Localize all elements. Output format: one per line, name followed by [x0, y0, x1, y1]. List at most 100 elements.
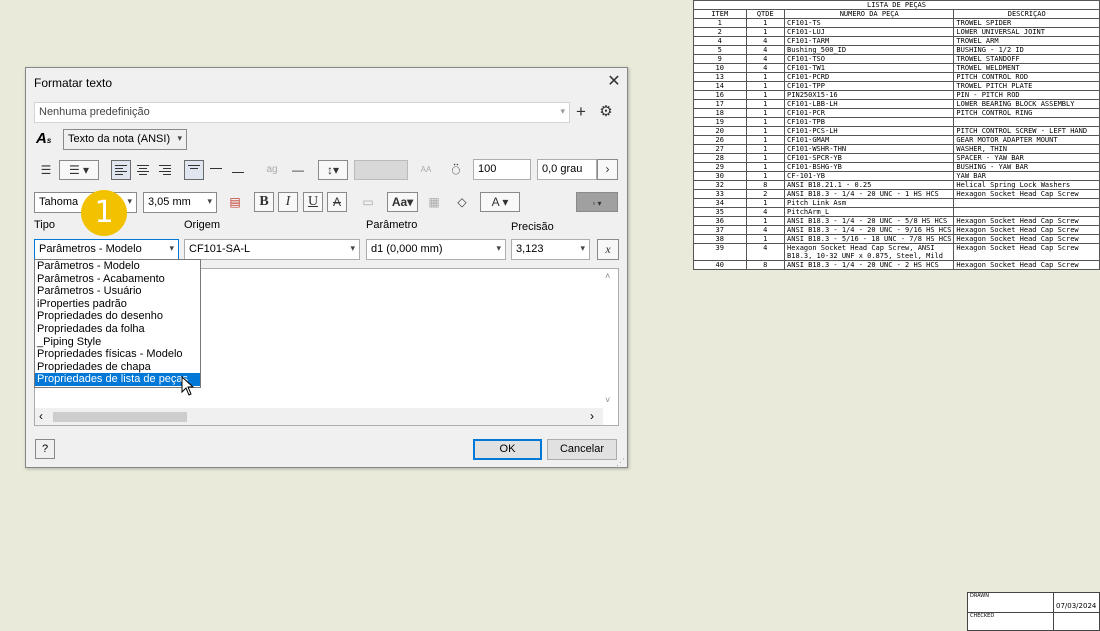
case-button[interactable]: Aa▾ [387, 192, 418, 212]
parts-list-title: LISTA DE PEÇAS [693, 0, 1100, 10]
line-spacing-button[interactable]: ↕▾ [318, 160, 348, 180]
tipo-option[interactable]: Propriedades de lista de peças [35, 373, 200, 386]
callout-number: 1 [94, 195, 114, 230]
cell-item: 14 [693, 81, 747, 91]
origem-dropdown[interactable]: CF101-SA-L ▾ [184, 239, 360, 260]
horizontal-scrollbar[interactable]: ‹ › [35, 408, 603, 425]
color-swatch-button[interactable]: ▫ ▾ [576, 192, 618, 212]
parts-list-row: 20 1 CF101-PCS-LH PITCH CONTROL SCREW - LEF… [693, 126, 1100, 136]
parts-list-row: 28 1 CF101-SPCR-YB SPACER - YAW BAR [693, 153, 1100, 163]
superscript-button[interactable]: ▭ [358, 192, 378, 212]
resize-grip-icon[interactable]: ⋰ [616, 457, 625, 468]
parametro-value: d1 (0,000 mm) [371, 243, 443, 255]
tipo-option[interactable]: Parâmetros - Usuário [35, 285, 200, 298]
numbered-list-icon: ☰ ▾ [68, 163, 90, 177]
cell-description: TROWEL WELDMENT [953, 63, 1100, 73]
stack-button[interactable]: ag [262, 160, 282, 180]
cell-description: Hexagon Socket Head Cap Screw [953, 234, 1100, 244]
text-color-button[interactable]: A ▾ [480, 192, 520, 212]
cancel-button[interactable]: Cancelar [547, 439, 617, 460]
close-button[interactable]: ✕ [604, 72, 624, 92]
parts-list-row: 37 4 ANSI B18.3 - 1/4 - 20 UNC - 9/16 HS H… [693, 225, 1100, 235]
rotation-step-button[interactable]: › [597, 159, 618, 180]
parts-list-row: 10 4 CF101-TW1 TROWEL WELDMENT [693, 63, 1100, 73]
symbol-button[interactable]: ▦ [424, 192, 444, 212]
font-size-dropdown[interactable]: 3,05 mm ▾ [143, 192, 217, 213]
precisao-dropdown[interactable]: 3,123 ▾ [511, 239, 590, 260]
cell-description: LOWER BEARING BLOCK ASSEMBLY [953, 99, 1100, 109]
tipo-option[interactable]: Propriedades do desenho [35, 310, 200, 323]
cell-description: Hexagon Socket Head Cap Screw [953, 225, 1100, 235]
parts-list-row: 38 1 ANSI B18.3 - 5/16 - 18 UNC - 7/8 HS H… [693, 234, 1100, 244]
cell-description [953, 198, 1100, 208]
tipo-option[interactable]: Propriedades da folha [35, 323, 200, 336]
align-center-button[interactable] [133, 160, 153, 180]
precisao-label: Precisão [511, 221, 554, 233]
underline-button[interactable]: U [303, 192, 323, 212]
parametro-dropdown[interactable]: d1 (0,000 mm) ▾ [366, 239, 506, 260]
font-size-value: 3,05 mm [148, 196, 191, 208]
strikethrough-button[interactable]: A [327, 192, 347, 212]
style-value: Texto da nota (ANSI) [68, 133, 171, 145]
checked-label: CHECKED [970, 613, 995, 619]
preset-settings-button[interactable]: ⚙ [596, 102, 616, 122]
preset-value: Nenhuma predefinição [39, 106, 150, 118]
bold-button[interactable]: B [254, 192, 274, 212]
chevron-right-icon: › [605, 162, 610, 176]
cell-item: 1 [693, 18, 747, 28]
width-scale-button[interactable]: AA [416, 160, 436, 180]
step-callout: 1 [81, 190, 127, 236]
rotation-input[interactable]: 0,0 grau [537, 159, 597, 180]
parts-list-row: 36 1 ANSI B18.3 - 1/4 - 20 UNC - 5/8 HS HC… [693, 216, 1100, 226]
cell-qty: 4 [745, 36, 786, 46]
cell-item: 38 [693, 234, 747, 244]
valign-bottom-button[interactable] [228, 160, 248, 180]
parts-list-row: 30 1 CF-101-YB YAW BAR [693, 171, 1100, 181]
ok-button[interactable]: OK [473, 439, 542, 460]
tipo-option[interactable]: Propriedades de chapa [35, 361, 200, 374]
vertical-scrollbar[interactable]: ˄ ˅ [601, 269, 618, 409]
help-button[interactable]: ? [35, 439, 55, 459]
chevron-down-icon: ▾ [350, 243, 355, 253]
preset-dropdown[interactable]: Nenhuma predefinição ▾ [34, 102, 570, 123]
tracking-icon-button[interactable]: ⍥ [446, 160, 466, 180]
cell-item: 27 [693, 144, 747, 154]
bullet-list-button[interactable]: ☰ [36, 160, 56, 180]
cell-qty: 4 [745, 45, 786, 55]
cell-part-number: CF101-PCR [784, 108, 955, 118]
text-border-button[interactable]: ▤ [225, 192, 245, 212]
symbol-icon: ▦ [428, 195, 440, 209]
cell-part-number: CF101-PCS-LH [784, 126, 955, 136]
chevron-down-icon: ▾ [169, 243, 174, 253]
insert-parameter-button[interactable]: x [597, 239, 619, 260]
parts-list-row: 1 1 CF101-TS TROWEL SPIDER [693, 18, 1100, 28]
cell-part-number: CF101-TW1 [784, 63, 955, 73]
cell-qty: 1 [745, 108, 786, 118]
cell-part-number: CF101-PCRD [784, 72, 955, 82]
cell-part-number: CF101-TPP [784, 81, 955, 91]
numbered-list-button[interactable]: ☰ ▾ [59, 160, 99, 180]
parts-list-row: 9 4 CF101-TSO TROWEL STANDOFF [693, 54, 1100, 64]
horizontal-scroll-thumb[interactable] [53, 412, 187, 422]
tipo-option[interactable]: Propriedades físicas - Modelo [35, 348, 200, 361]
cell-description: WASHER, THIN [953, 144, 1100, 154]
cell-qty: 1 [745, 198, 786, 208]
spacing-input[interactable]: 100 [473, 159, 531, 180]
fill-button[interactable]: ◇ [452, 192, 472, 212]
tipo-option[interactable]: _Piping Style [35, 336, 200, 349]
tipo-option[interactable]: Parâmetros - Acabamento [35, 273, 200, 286]
style-dropdown[interactable]: Texto da nota (ANSI) ▾ [63, 129, 187, 150]
tipo-options-list[interactable]: Parâmetros - Modelo Parâmetros - Acabamen… [34, 259, 201, 388]
tipo-option[interactable]: Parâmetros - Modelo [35, 260, 200, 273]
tipo-dropdown[interactable]: Parâmetros - Modelo ▾ [34, 239, 179, 260]
text-border-icon: ▤ [229, 195, 241, 209]
line-button[interactable]: — [288, 160, 308, 180]
add-preset-button[interactable]: + [571, 102, 591, 122]
valign-middle-button[interactable] [206, 160, 226, 180]
italic-button[interactable]: I [278, 192, 298, 212]
valign-top-button[interactable] [184, 160, 204, 180]
align-right-button[interactable] [155, 160, 175, 180]
parts-list-row: 29 1 CF101-BSHG-YB BUSHING - YAW BAR [693, 162, 1100, 172]
align-left-button[interactable] [111, 160, 131, 180]
tipo-option[interactable]: iProperties padrão [35, 298, 200, 311]
